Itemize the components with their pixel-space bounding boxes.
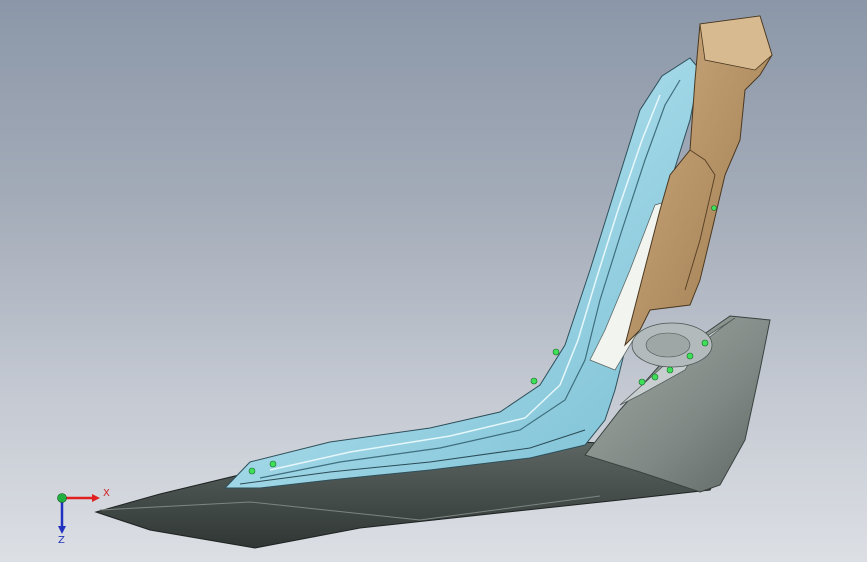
cad-model-view[interactable] [0,0,867,562]
y-axis-origin [57,493,67,503]
end-cap-recess-inner [645,332,691,358]
fastener-dot [552,348,560,356]
fastener-dot [248,467,256,475]
fastener-dot [701,339,709,347]
x-axis-label: X [103,488,110,499]
fastener-dot [269,460,277,468]
fastener-dot [711,205,717,211]
fastener-dot [651,373,659,381]
z-axis-arrowhead [58,526,66,534]
z-axis-label: Z [58,535,65,544]
fastener-dot [666,366,674,374]
fastener-dot [686,352,694,360]
x-axis-arrowhead [92,494,100,502]
axis-triad: X Z [48,482,118,546]
fastener-dot [530,377,538,385]
fastener-dot [638,378,646,386]
model-viewport[interactable]: X Z [0,0,867,562]
